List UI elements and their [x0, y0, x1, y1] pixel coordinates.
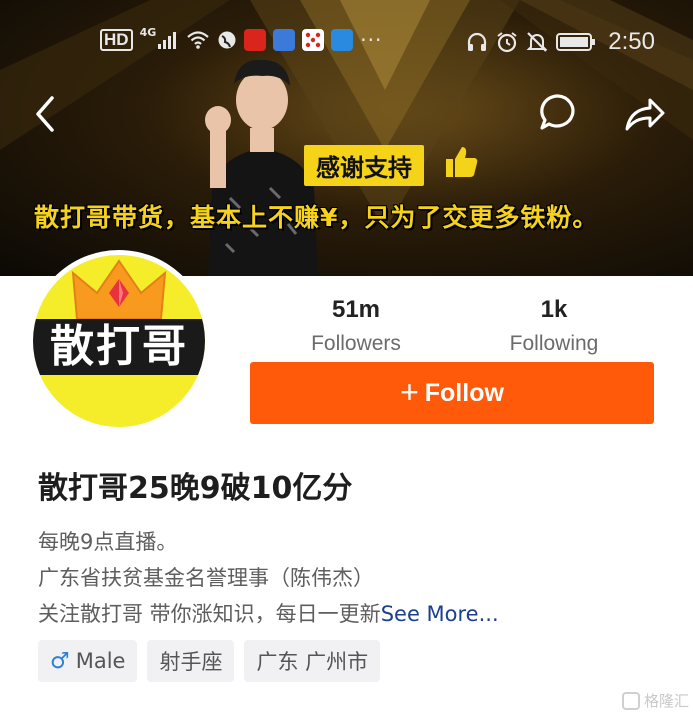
follow-button[interactable]: + Follow: [250, 362, 654, 424]
speech-bubble-icon[interactable]: [538, 92, 578, 132]
thumbs-up-icon: [446, 147, 478, 177]
followers-count: 51m: [331, 296, 381, 323]
bio-line: 每晚9点直播。: [38, 530, 178, 554]
following-label: Following: [509, 332, 599, 355]
banner-slogan: 散打哥带货，基本上不赚¥，只为了交更多铁粉。: [34, 203, 599, 232]
profile-bio: 每晚9点直播。 广东省扶贫基金名誉理事（陈伟杰） 关注散打哥 带你涨知识，每日一…: [38, 524, 499, 632]
crown-icon: [71, 259, 167, 320]
network-type: 4G: [139, 25, 157, 39]
following-count: 1k: [540, 296, 568, 323]
gender-tag: ♂ Male: [38, 640, 138, 682]
followers-stat[interactable]: 51m Followers: [290, 296, 422, 356]
followers-label: Followers: [311, 332, 401, 355]
gender-tag-label: Male: [75, 649, 126, 673]
zodiac-tag: 射手座: [147, 640, 235, 682]
male-icon: ♂: [50, 648, 70, 674]
mute-icon: [526, 32, 548, 52]
avatar-name-text: 散打哥: [50, 321, 188, 372]
watermark: 格隆汇: [621, 690, 689, 711]
bio-line-text: 关注散打哥 带你涨知识，每日一更新: [38, 602, 381, 626]
watermark-logo-icon: [621, 691, 640, 710]
status-bar: HD 4G ··· 2:50: [0, 22, 693, 58]
profile-banner: HD 4G ··· 2:50 感谢支持 散打哥带货，基本上不赚¥，只为了交更多铁…: [0, 0, 693, 276]
watermark-text: 格隆汇: [643, 692, 689, 710]
signal-icon: [158, 32, 177, 49]
location-tag: 广东 广州市: [244, 640, 381, 682]
follow-button-label: Follow: [424, 378, 504, 407]
chevron-left-icon[interactable]: [30, 94, 62, 134]
clock-time: 2:50: [608, 28, 655, 55]
hd-indicator: HD: [100, 29, 133, 51]
share-arrow-icon[interactable]: [624, 96, 666, 132]
profile-display-name: 散打哥25晚9破10亿分: [38, 471, 353, 506]
app-notification-icon: [331, 29, 354, 51]
person-photo: [205, 59, 318, 276]
following-stat[interactable]: 1k Following: [490, 296, 618, 356]
plus-icon: +: [400, 374, 419, 410]
wifi-icon: [187, 31, 209, 49]
avatar[interactable]: 散打哥: [28, 250, 210, 432]
bio-line: 关注散打哥 带你涨知识，每日一更新See More...: [38, 596, 499, 632]
see-more-link[interactable]: See More...: [381, 602, 499, 626]
more-notifications-icon: ···: [360, 28, 383, 52]
banner-thanks-label: 感谢支持: [304, 145, 424, 186]
battery-icon: [556, 33, 596, 51]
profile-tags: ♂ Male 射手座 广东 广州市: [38, 640, 381, 682]
location-tag-label: 广东 广州市: [256, 650, 369, 674]
globe-icon: [218, 31, 236, 49]
headphones-icon: [468, 32, 487, 51]
bio-line: 广东省扶贫基金名誉理事（陈伟杰）: [38, 566, 374, 590]
alarm-icon: [497, 32, 517, 53]
zodiac-tag-label: 射手座: [159, 650, 223, 674]
avatar-image: 散打哥: [33, 255, 205, 427]
